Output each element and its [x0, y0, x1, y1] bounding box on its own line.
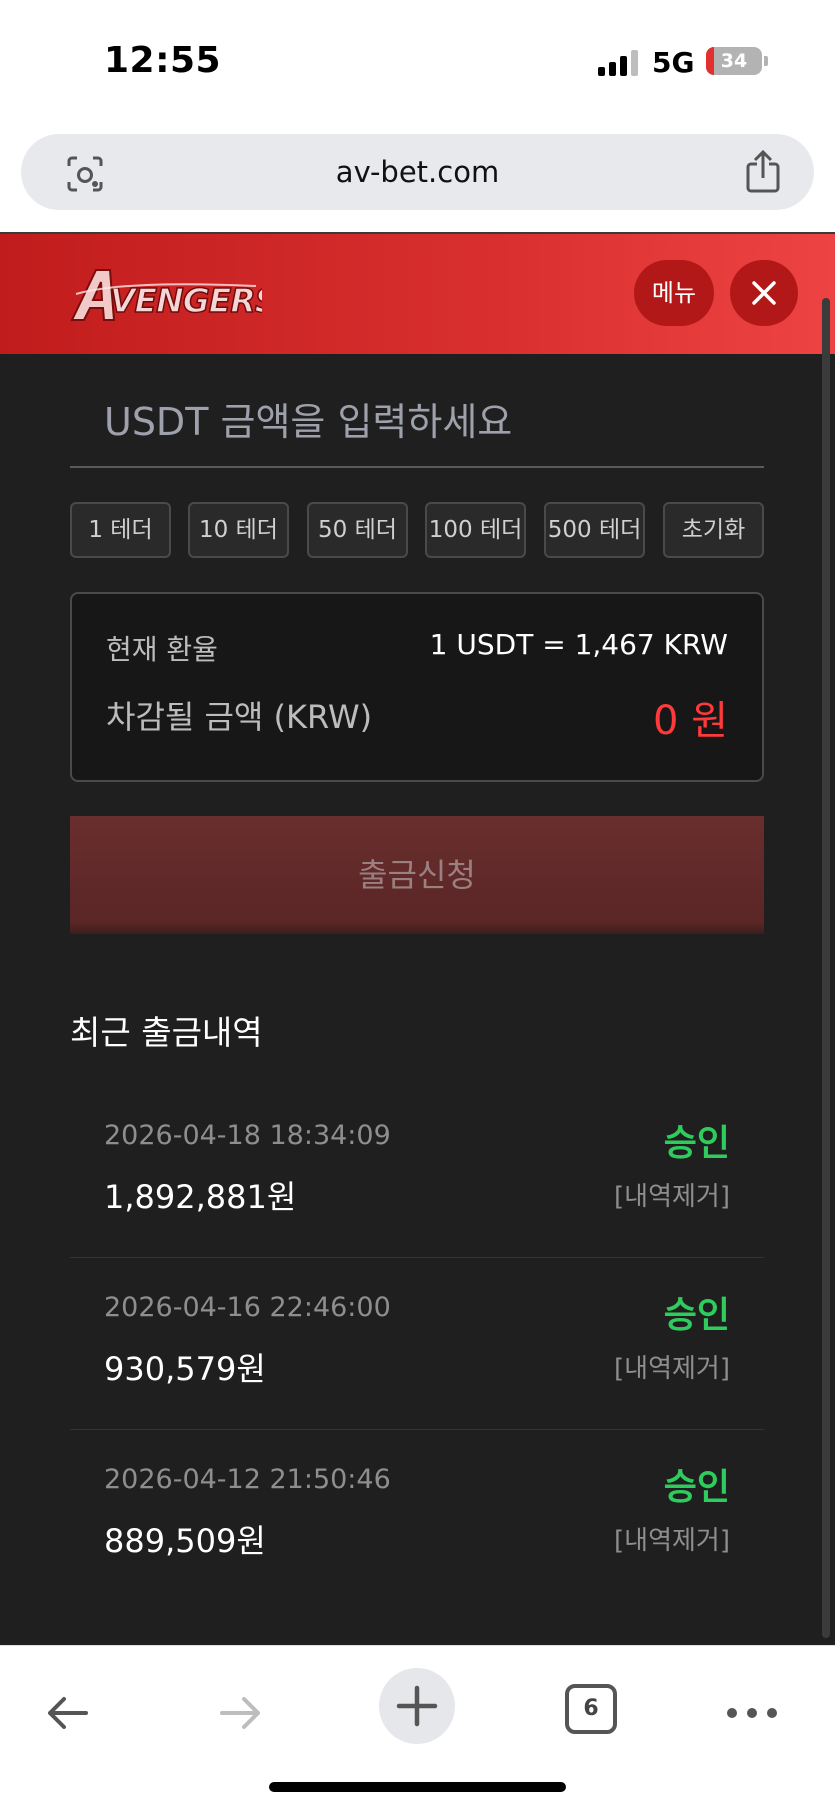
history-title: 최근 출금내역	[70, 1013, 263, 1052]
svg-text:VENGERS: VENGERS	[110, 281, 262, 320]
rate-value: 1 USDT = 1,467 KRW	[429, 628, 728, 661]
more-icon[interactable]	[724, 1688, 780, 1738]
avengers-logo[interactable]: VENGERS	[66, 260, 262, 328]
preset-1-button[interactable]: 1 테더	[70, 502, 171, 558]
history-item: 2026-04-18 18:34:09 1,892,881원 승인 [내역제거]	[70, 1086, 764, 1258]
deduct-label: 차감될 금액 (KRW)	[106, 698, 373, 736]
history-status: 승인	[663, 1295, 730, 1336]
web-page: VENGERS 메뉴 1 테더 10 테더 50 테더 100 테더 500 테…	[0, 232, 835, 1645]
history-date: 2026-04-12 21:50:46	[104, 1464, 391, 1495]
remove-history-link[interactable]: [내역제거]	[614, 1520, 730, 1557]
remove-history-link[interactable]: [내역제거]	[614, 1176, 730, 1213]
history-status: 승인	[663, 1123, 730, 1164]
forward-arrow-icon[interactable]	[216, 1688, 266, 1738]
preset-500-button[interactable]: 500 테더	[544, 502, 645, 558]
usdt-amount-input[interactable]	[70, 378, 764, 468]
history-list: 2026-04-18 18:34:09 1,892,881원 승인 [내역제거]…	[70, 1086, 764, 1602]
close-icon	[752, 281, 776, 305]
remove-history-link[interactable]: [내역제거]	[614, 1348, 730, 1385]
scrollbar[interactable]	[822, 298, 830, 1638]
signal-icon	[598, 50, 640, 76]
history-amount: 1,892,881원	[104, 1178, 297, 1216]
deduct-value: 0 원	[653, 698, 728, 744]
history-amount: 930,579원	[104, 1350, 266, 1388]
tabs-button[interactable]: 6	[565, 1684, 617, 1734]
plus-icon	[396, 1685, 438, 1727]
battery-level: 34	[720, 50, 748, 72]
home-indicator	[269, 1782, 566, 1792]
new-tab-button[interactable]	[379, 1668, 455, 1744]
history-date: 2026-04-16 22:46:00	[104, 1292, 391, 1323]
preset-button-row: 1 테더 10 테더 50 테더 100 테더 500 테더 초기화	[70, 502, 764, 558]
status-bar: 12:55 5G 34	[0, 0, 835, 120]
withdraw-request-button[interactable]: 출금신청	[70, 816, 764, 934]
preset-100-button[interactable]: 100 테더	[425, 502, 526, 558]
address-bar[interactable]: av-bet.com	[21, 134, 814, 210]
url-text[interactable]: av-bet.com	[21, 134, 814, 210]
menu-button[interactable]: 메뉴	[634, 260, 714, 326]
history-amount: 889,509원	[104, 1522, 266, 1560]
network-label: 5G	[652, 46, 695, 79]
history-status: 승인	[663, 1467, 730, 1508]
page-header: VENGERS 메뉴	[0, 234, 835, 354]
lens-icon[interactable]	[65, 154, 105, 194]
rate-label: 현재 환율	[106, 633, 218, 666]
preset-50-button[interactable]: 50 테더	[307, 502, 408, 558]
history-item: 2026-04-16 22:46:00 930,579원 승인 [내역제거]	[70, 1258, 764, 1430]
status-time: 12:55	[104, 40, 222, 81]
share-icon[interactable]	[743, 150, 783, 194]
back-arrow-icon[interactable]	[42, 1688, 92, 1738]
history-item: 2026-04-12 21:50:46 889,509원 승인 [내역제거]	[70, 1430, 764, 1602]
close-button[interactable]	[730, 260, 798, 326]
reset-button[interactable]: 초기화	[663, 502, 764, 558]
exchange-rate-box: 현재 환율 1 USDT = 1,467 KRW 차감될 금액 (KRW) 0 …	[70, 592, 764, 782]
battery-icon: 34	[706, 47, 762, 75]
history-date: 2026-04-18 18:34:09	[104, 1120, 391, 1151]
preset-10-button[interactable]: 10 테더	[188, 502, 289, 558]
